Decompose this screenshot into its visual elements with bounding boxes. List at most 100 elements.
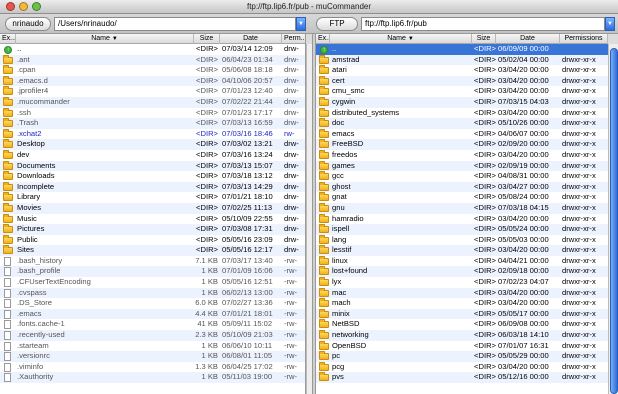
file-row[interactable]: .emacs.d <DIR> 04/10/06 20:57 drw-: [0, 75, 305, 87]
file-row[interactable]: mach <DIR> 03/04/20 00:00 drwxr-xr-x: [316, 298, 608, 309]
file-row[interactable]: .emacs 4.4 KB 07/01/21 18:01 -rw-: [0, 308, 305, 320]
file-row[interactable]: .mucommander <DIR> 07/02/22 21:44 drw-: [0, 96, 305, 108]
file-permissions: drw-: [284, 149, 299, 159]
file-date: 06/03/18 14:10: [498, 330, 549, 340]
file-row[interactable]: .ssh <DIR> 07/01/23 17:17 drw-: [0, 107, 305, 119]
file-row[interactable]: linux <DIR> 04/04/21 00:00 drwxr-xr-x: [316, 255, 608, 267]
file-row[interactable]: Public <DIR> 05/05/16 23:09 drw-: [0, 234, 305, 246]
file-row[interactable]: pcg <DIR> 03/04/20 00:00 drwxr-xr-x: [316, 361, 608, 373]
file-row[interactable]: gnu <DIR> 07/03/18 04:15 drwxr-xr-x: [316, 202, 608, 214]
right-scrollbar-thumb[interactable]: [610, 48, 618, 394]
parent-folder-icon: ↑: [3, 44, 14, 55]
file-row[interactable]: doc <DIR> 05/10/26 00:00 drwxr-xr-x: [316, 118, 608, 129]
file-row[interactable]: .fonts.cache-1 41 KB 05/09/11 15:02 -rw-: [0, 319, 305, 330]
right-path-field[interactable]: ftp://ftp.lip6.fr/pub: [361, 17, 605, 31]
file-row[interactable]: lyx <DIR> 07/02/23 04:07 drwxr-xr-x: [316, 277, 608, 288]
left-path-field[interactable]: /Users/nrinaudo/: [54, 17, 296, 31]
file-row[interactable]: OpenBSD <DIR> 07/01/07 16:31 drwxr-xr-x: [316, 340, 608, 352]
file-row[interactable]: minix <DIR> 05/05/17 00:00 drwxr-xr-x: [316, 308, 608, 320]
file-row[interactable]: freedos <DIR> 03/04/20 00:00 drwxr-xr-x: [316, 149, 608, 161]
file-row[interactable]: .xchat2 <DIR> 07/03/16 18:46 rw-: [0, 128, 305, 140]
file-row[interactable]: .CFUserTextEncoding 1 KB 05/05/16 12:51 -rw…: [0, 277, 305, 288]
file-row[interactable]: cert <DIR> 03/04/20 00:00 drwxr-xr-x: [316, 75, 608, 87]
file-row[interactable]: emacs <DIR> 04/06/07 00:00 drwxr-xr-x: [316, 128, 608, 140]
file-row[interactable]: .Xauthority 1 KB 05/11/03 19:00 -rw-: [0, 372, 305, 383]
left-col-size[interactable]: Size: [194, 34, 220, 44]
file-row[interactable]: NetBSD <DIR> 06/09/08 00:00 drwxr-xr-x: [316, 319, 608, 330]
right-col-date[interactable]: Date: [496, 34, 560, 44]
right-protocol-button[interactable]: FTP: [316, 17, 358, 31]
right-col-perm[interactable]: Permissions: [560, 34, 608, 44]
left-col-date[interactable]: Date: [220, 34, 282, 44]
file-row[interactable]: hamradio <DIR> 03/04/20 00:00 drwxr-xr-x: [316, 213, 608, 225]
left-col-ext[interactable]: Ex...: [0, 34, 16, 44]
file-row[interactable]: mac <DIR> 03/04/20 00:00 drwxr-xr-x: [316, 287, 608, 299]
file-date: 03/04/20 00:00: [498, 298, 549, 308]
file-row[interactable]: .versionrc 1 KB 06/08/01 11:05 -rw-: [0, 351, 305, 362]
file-row[interactable]: networking <DIR> 06/03/18 14:10 drwxr-xr-x: [316, 330, 608, 341]
file-row[interactable]: .recently-used 2.3 KB 05/10/09 21:03 -rw-: [0, 330, 305, 341]
file-row[interactable]: pc <DIR> 05/05/29 00:00 drwxr-xr-x: [316, 351, 608, 362]
file-row[interactable]: Library <DIR> 07/01/21 18:10 drw-: [0, 192, 305, 203]
file-row[interactable]: gcc <DIR> 04/08/31 00:00 drwxr-xr-x: [316, 171, 608, 182]
file-name: lang: [332, 234, 347, 244]
file-row[interactable]: ↑.. <DIR> 06/09/09 00:00: [316, 44, 608, 55]
file-size: <DIR>: [474, 351, 496, 361]
right-file-panel[interactable]: Ex... Name ▼ Size Date Permissions ↑.. <D…: [316, 34, 608, 394]
file-row[interactable]: Movies <DIR> 07/02/25 11:13 drw-: [0, 202, 305, 214]
file-row[interactable]: gnat <DIR> 05/08/24 00:00 drwxr-xr-x: [316, 192, 608, 203]
file-permissions: drw-: [284, 181, 299, 191]
file-row[interactable]: Sites <DIR> 05/05/16 12:17 drw-: [0, 245, 305, 256]
file-row[interactable]: dev <DIR> 07/03/16 13:24 drw-: [0, 149, 305, 161]
file-row[interactable]: Incomplete <DIR> 07/03/13 14:29 drw-: [0, 181, 305, 193]
file-row[interactable]: .Trash <DIR> 07/03/13 16:59 drw-: [0, 118, 305, 129]
file-row[interactable]: pvs <DIR> 05/12/16 00:00 drwxr-xr-x: [316, 372, 608, 383]
file-row[interactable]: ghost <DIR> 03/04/27 00:00 drwxr-xr-x: [316, 181, 608, 193]
file-size: <DIR>: [196, 171, 218, 181]
right-path-dropdown-icon[interactable]: ▼: [605, 17, 615, 31]
file-row[interactable]: .starteam 1 KB 06/06/10 10:11 -rw-: [0, 341, 305, 352]
file-row[interactable]: Downloads <DIR> 07/03/18 13:12 drw-: [0, 171, 305, 182]
file-row[interactable]: lesstif <DIR> 03/04/20 00:00 drwxr-xr-x: [316, 245, 608, 256]
file-row[interactable]: Documents <DIR> 07/03/13 15:07 drw-: [0, 160, 305, 172]
file-row[interactable]: games <DIR> 02/09/19 00:00 drwxr-xr-x: [316, 160, 608, 172]
file-permissions: -rw-: [284, 340, 298, 350]
file-row[interactable]: ispell <DIR> 05/05/24 00:00 drwxr-xr-x: [316, 224, 608, 235]
file-size: <DIR>: [474, 266, 496, 276]
file-row[interactable]: ↑.. <DIR> 07/03/14 12:09 drw-: [0, 44, 305, 55]
file-row[interactable]: amstrad <DIR> 05/02/04 00:00 drwxr-xr-x: [316, 54, 608, 66]
file-row[interactable]: .ant <DIR> 06/04/23 01:34 drw-: [0, 54, 305, 66]
file-row[interactable]: .jprofiler4 <DIR> 07/01/23 12:40 drw-: [0, 86, 305, 97]
file-date: 07/02/27 13:36: [222, 298, 273, 308]
left-col-perm[interactable]: Perm...: [282, 34, 305, 44]
file-row[interactable]: Pictures <DIR> 07/03/08 17:31 drw-: [0, 224, 305, 235]
file-row[interactable]: distributed_systems <DIR> 03/04/20 00:00 dr…: [316, 107, 608, 119]
file-row[interactable]: atari <DIR> 03/04/20 00:00 drwxr-xr-x: [316, 65, 608, 76]
file-name: freedos: [332, 149, 358, 159]
file-row[interactable]: .bash_profile 1 KB 07/01/09 16:06 -rw-: [0, 266, 305, 278]
right-col-name[interactable]: Name ▼: [330, 34, 472, 44]
file-row[interactable]: lost+found <DIR> 02/09/18 00:00 drwxr-xr-x: [316, 266, 608, 278]
left-file-panel[interactable]: Ex... Name ▼ Size Date Perm... ↑.. <DIR> 0…: [0, 34, 306, 394]
file-size: <DIR>: [196, 224, 218, 234]
file-size: <DIR>: [196, 213, 218, 223]
file-size: <DIR>: [196, 118, 218, 128]
file-row[interactable]: .cvspass 1 KB 06/02/13 13:00 -rw-: [0, 287, 305, 299]
file-row[interactable]: Desktop <DIR> 07/03/02 13:21 drw-: [0, 139, 305, 150]
file-row[interactable]: .viminfo 1.3 KB 06/04/25 17:02 -rw-: [0, 362, 305, 373]
file-row[interactable]: cygwin <DIR> 07/03/15 04:03 drwxr-xr-x: [316, 96, 608, 108]
right-col-ext[interactable]: Ex...: [316, 34, 330, 44]
right-scrollbar[interactable]: [608, 44, 618, 394]
file-row[interactable]: .bash_history 7.1 KB 07/03/17 13:40 -rw-: [0, 256, 305, 267]
file-row[interactable]: FreeBSD <DIR> 02/09/20 00:00 drwxr-xr-x: [316, 139, 608, 150]
file-row[interactable]: lang <DIR> 05/05/03 00:00 drwxr-xr-x: [316, 234, 608, 246]
file-row[interactable]: .cpan <DIR> 05/06/08 18:18 drw-: [0, 65, 305, 76]
file-date: 03/04/20 00:00: [498, 213, 549, 223]
left-root-button[interactable]: nrinaudo: [5, 17, 51, 31]
left-path-dropdown-icon[interactable]: ▼: [296, 17, 306, 31]
file-row[interactable]: Music <DIR> 05/10/09 22:55 drw-: [0, 213, 305, 225]
file-row[interactable]: .DS_Store 6.0 KB 07/02/27 13:36 -rw-: [0, 298, 305, 309]
left-col-name[interactable]: Name ▼: [16, 34, 194, 44]
file-row[interactable]: cmu_smc <DIR> 03/04/20 00:00 drwxr-xr-x: [316, 86, 608, 97]
right-col-size[interactable]: Size: [472, 34, 496, 44]
